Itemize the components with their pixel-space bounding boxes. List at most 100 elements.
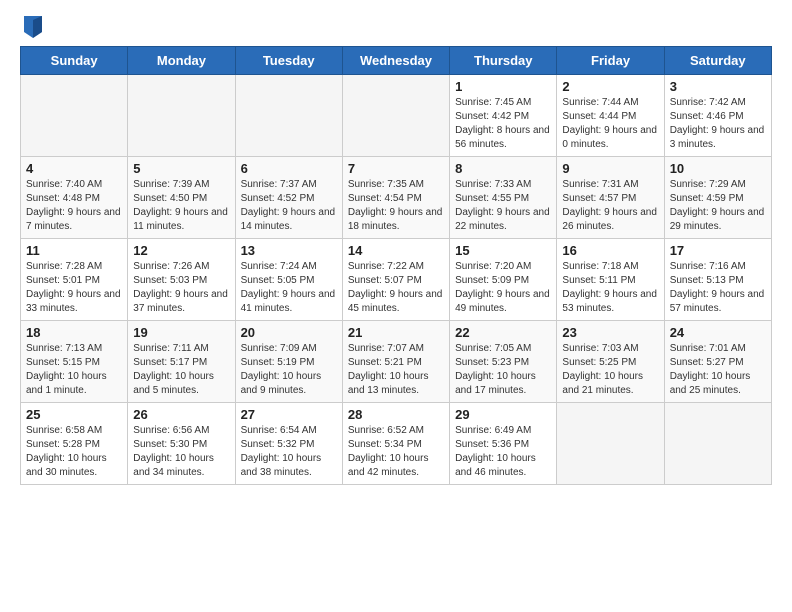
day-info: Sunrise: 7:20 AM Sunset: 5:09 PM Dayligh… — [455, 260, 551, 316]
calendar-table: SundayMondayTuesdayWednesdayThursdayFrid… — [20, 46, 772, 485]
weekday-header-saturday: Saturday — [664, 47, 771, 75]
day-info: Sunrise: 7:03 AM Sunset: 5:25 PM Dayligh… — [562, 342, 658, 398]
calendar-cell: 14 Sunrise: 7:22 AM Sunset: 5:07 PM Dayli… — [342, 239, 449, 321]
weekday-header-monday: Monday — [128, 47, 235, 75]
day-info: Sunrise: 7:37 AM Sunset: 4:52 PM Dayligh… — [241, 178, 337, 234]
calendar-cell: 24 Sunrise: 7:01 AM Sunset: 5:27 PM Dayli… — [664, 321, 771, 403]
day-info: Sunrise: 6:49 AM Sunset: 5:36 PM Dayligh… — [455, 424, 551, 480]
calendar-cell: 22Sunrise: 7:05 AM Sunset: 5:23 PM Dayli… — [450, 321, 557, 403]
calendar-cell — [557, 403, 664, 485]
day-number: 2 — [562, 79, 658, 94]
day-info: Sunrise: 7:11 AM Sunset: 5:17 PM Dayligh… — [133, 342, 229, 398]
day-number: 6 — [241, 161, 337, 176]
day-info: Sunrise: 7:09 AM Sunset: 5:19 PM Dayligh… — [241, 342, 337, 398]
day-number: 7 — [348, 161, 444, 176]
weekday-header-friday: Friday — [557, 47, 664, 75]
weekday-header-tuesday: Tuesday — [235, 47, 342, 75]
day-info: Sunrise: 6:52 AM Sunset: 5:34 PM Dayligh… — [348, 424, 444, 480]
day-number: 26 — [133, 407, 229, 422]
day-number: 25 — [26, 407, 122, 422]
calendar-cell: 28 Sunrise: 6:52 AM Sunset: 5:34 PM Dayli… — [342, 403, 449, 485]
day-info: Sunrise: 7:28 AM Sunset: 5:01 PM Dayligh… — [26, 260, 122, 316]
day-info: Sunrise: 7:45 AM Sunset: 4:42 PM Dayligh… — [455, 96, 551, 152]
calendar-cell: 23 Sunrise: 7:03 AM Sunset: 5:25 PM Dayli… — [557, 321, 664, 403]
calendar-cell: 10 Sunrise: 7:29 AM Sunset: 4:59 PM Dayli… — [664, 157, 771, 239]
calendar-cell: 21 Sunrise: 7:07 AM Sunset: 5:21 PM Dayli… — [342, 321, 449, 403]
day-number: 22 — [455, 325, 551, 340]
weekday-header-sunday: Sunday — [21, 47, 128, 75]
calendar-cell: 1 Sunrise: 7:45 AM Sunset: 4:42 PM Daylig… — [450, 75, 557, 157]
logo — [20, 16, 42, 38]
day-number: 9 — [562, 161, 658, 176]
calendar-cell: 16 Sunrise: 7:18 AM Sunset: 5:11 PM Dayli… — [557, 239, 664, 321]
day-info: Sunrise: 7:16 AM Sunset: 5:13 PM Dayligh… — [670, 260, 766, 316]
calendar-cell: 13 Sunrise: 7:24 AM Sunset: 5:05 PM Dayli… — [235, 239, 342, 321]
day-info: Sunrise: 7:18 AM Sunset: 5:11 PM Dayligh… — [562, 260, 658, 316]
day-number: 28 — [348, 407, 444, 422]
weekday-header-thursday: Thursday — [450, 47, 557, 75]
day-number: 21 — [348, 325, 444, 340]
calendar-cell: 15 Sunrise: 7:20 AM Sunset: 5:09 PM Dayli… — [450, 239, 557, 321]
day-number: 10 — [670, 161, 766, 176]
day-number: 18 — [26, 325, 122, 340]
day-number: 11 — [26, 243, 122, 258]
day-number: 29 — [455, 407, 551, 422]
calendar-cell — [235, 75, 342, 157]
day-number: 3 — [670, 79, 766, 94]
day-number: 4 — [26, 161, 122, 176]
day-info: Sunrise: 7:31 AM Sunset: 4:57 PM Dayligh… — [562, 178, 658, 234]
calendar-cell: 18 Sunrise: 7:13 AM Sunset: 5:15 PM Dayli… — [21, 321, 128, 403]
day-info: Sunrise: 7:42 AM Sunset: 4:46 PM Dayligh… — [670, 96, 766, 152]
calendar-cell: 4 Sunrise: 7:40 AM Sunset: 4:48 PM Daylig… — [21, 157, 128, 239]
calendar-cell: 6 Sunrise: 7:37 AM Sunset: 4:52 PM Daylig… — [235, 157, 342, 239]
day-number: 17 — [670, 243, 766, 258]
weekday-header-wednesday: Wednesday — [342, 47, 449, 75]
calendar-cell: 27 Sunrise: 6:54 AM Sunset: 5:32 PM Dayli… — [235, 403, 342, 485]
day-number: 16 — [562, 243, 658, 258]
calendar-cell: 20 Sunrise: 7:09 AM Sunset: 5:19 PM Dayli… — [235, 321, 342, 403]
day-info: Sunrise: 6:58 AM Sunset: 5:28 PM Dayligh… — [26, 424, 122, 480]
calendar-cell — [128, 75, 235, 157]
day-info: Sunrise: 7:44 AM Sunset: 4:44 PM Dayligh… — [562, 96, 658, 152]
day-info: Sunrise: 7:35 AM Sunset: 4:54 PM Dayligh… — [348, 178, 444, 234]
calendar-cell — [664, 403, 771, 485]
day-number: 23 — [562, 325, 658, 340]
day-info: Sunrise: 7:26 AM Sunset: 5:03 PM Dayligh… — [133, 260, 229, 316]
calendar-cell — [342, 75, 449, 157]
calendar-cell: 17 Sunrise: 7:16 AM Sunset: 5:13 PM Dayli… — [664, 239, 771, 321]
calendar-cell: 9 Sunrise: 7:31 AM Sunset: 4:57 PM Daylig… — [557, 157, 664, 239]
day-info: Sunrise: 7:39 AM Sunset: 4:50 PM Dayligh… — [133, 178, 229, 234]
day-info: Sunrise: 7:01 AM Sunset: 5:27 PM Dayligh… — [670, 342, 766, 398]
day-number: 15 — [455, 243, 551, 258]
calendar-cell: 3 Sunrise: 7:42 AM Sunset: 4:46 PM Daylig… — [664, 75, 771, 157]
calendar-cell: 19 Sunrise: 7:11 AM Sunset: 5:17 PM Dayli… — [128, 321, 235, 403]
calendar-cell — [21, 75, 128, 157]
day-number: 19 — [133, 325, 229, 340]
calendar-cell: 5Sunrise: 7:39 AM Sunset: 4:50 PM Daylig… — [128, 157, 235, 239]
day-info: Sunrise: 7:24 AM Sunset: 5:05 PM Dayligh… — [241, 260, 337, 316]
day-info: Sunrise: 6:56 AM Sunset: 5:30 PM Dayligh… — [133, 424, 229, 480]
day-number: 12 — [133, 243, 229, 258]
day-number: 8 — [455, 161, 551, 176]
day-number: 13 — [241, 243, 337, 258]
calendar-cell: 7 Sunrise: 7:35 AM Sunset: 4:54 PM Daylig… — [342, 157, 449, 239]
day-info: Sunrise: 7:29 AM Sunset: 4:59 PM Dayligh… — [670, 178, 766, 234]
day-info: Sunrise: 7:07 AM Sunset: 5:21 PM Dayligh… — [348, 342, 444, 398]
day-info: Sunrise: 7:33 AM Sunset: 4:55 PM Dayligh… — [455, 178, 551, 234]
day-number: 20 — [241, 325, 337, 340]
day-info: Sunrise: 6:54 AM Sunset: 5:32 PM Dayligh… — [241, 424, 337, 480]
calendar-cell: 11 Sunrise: 7:28 AM Sunset: 5:01 PM Dayli… — [21, 239, 128, 321]
day-number: 1 — [455, 79, 551, 94]
day-info: Sunrise: 7:40 AM Sunset: 4:48 PM Dayligh… — [26, 178, 122, 234]
calendar-cell: 26 Sunrise: 6:56 AM Sunset: 5:30 PM Dayli… — [128, 403, 235, 485]
day-number: 27 — [241, 407, 337, 422]
day-info: Sunrise: 7:13 AM Sunset: 5:15 PM Dayligh… — [26, 342, 122, 398]
calendar-cell: 2 Sunrise: 7:44 AM Sunset: 4:44 PM Daylig… — [557, 75, 664, 157]
logo-icon — [24, 16, 42, 38]
day-number: 24 — [670, 325, 766, 340]
calendar-cell: 8 Sunrise: 7:33 AM Sunset: 4:55 PM Daylig… — [450, 157, 557, 239]
day-info: Sunrise: 7:22 AM Sunset: 5:07 PM Dayligh… — [348, 260, 444, 316]
day-number: 14 — [348, 243, 444, 258]
calendar-cell: 12 Sunrise: 7:26 AM Sunset: 5:03 PM Dayli… — [128, 239, 235, 321]
calendar-cell: 25 Sunrise: 6:58 AM Sunset: 5:28 PM Dayli… — [21, 403, 128, 485]
